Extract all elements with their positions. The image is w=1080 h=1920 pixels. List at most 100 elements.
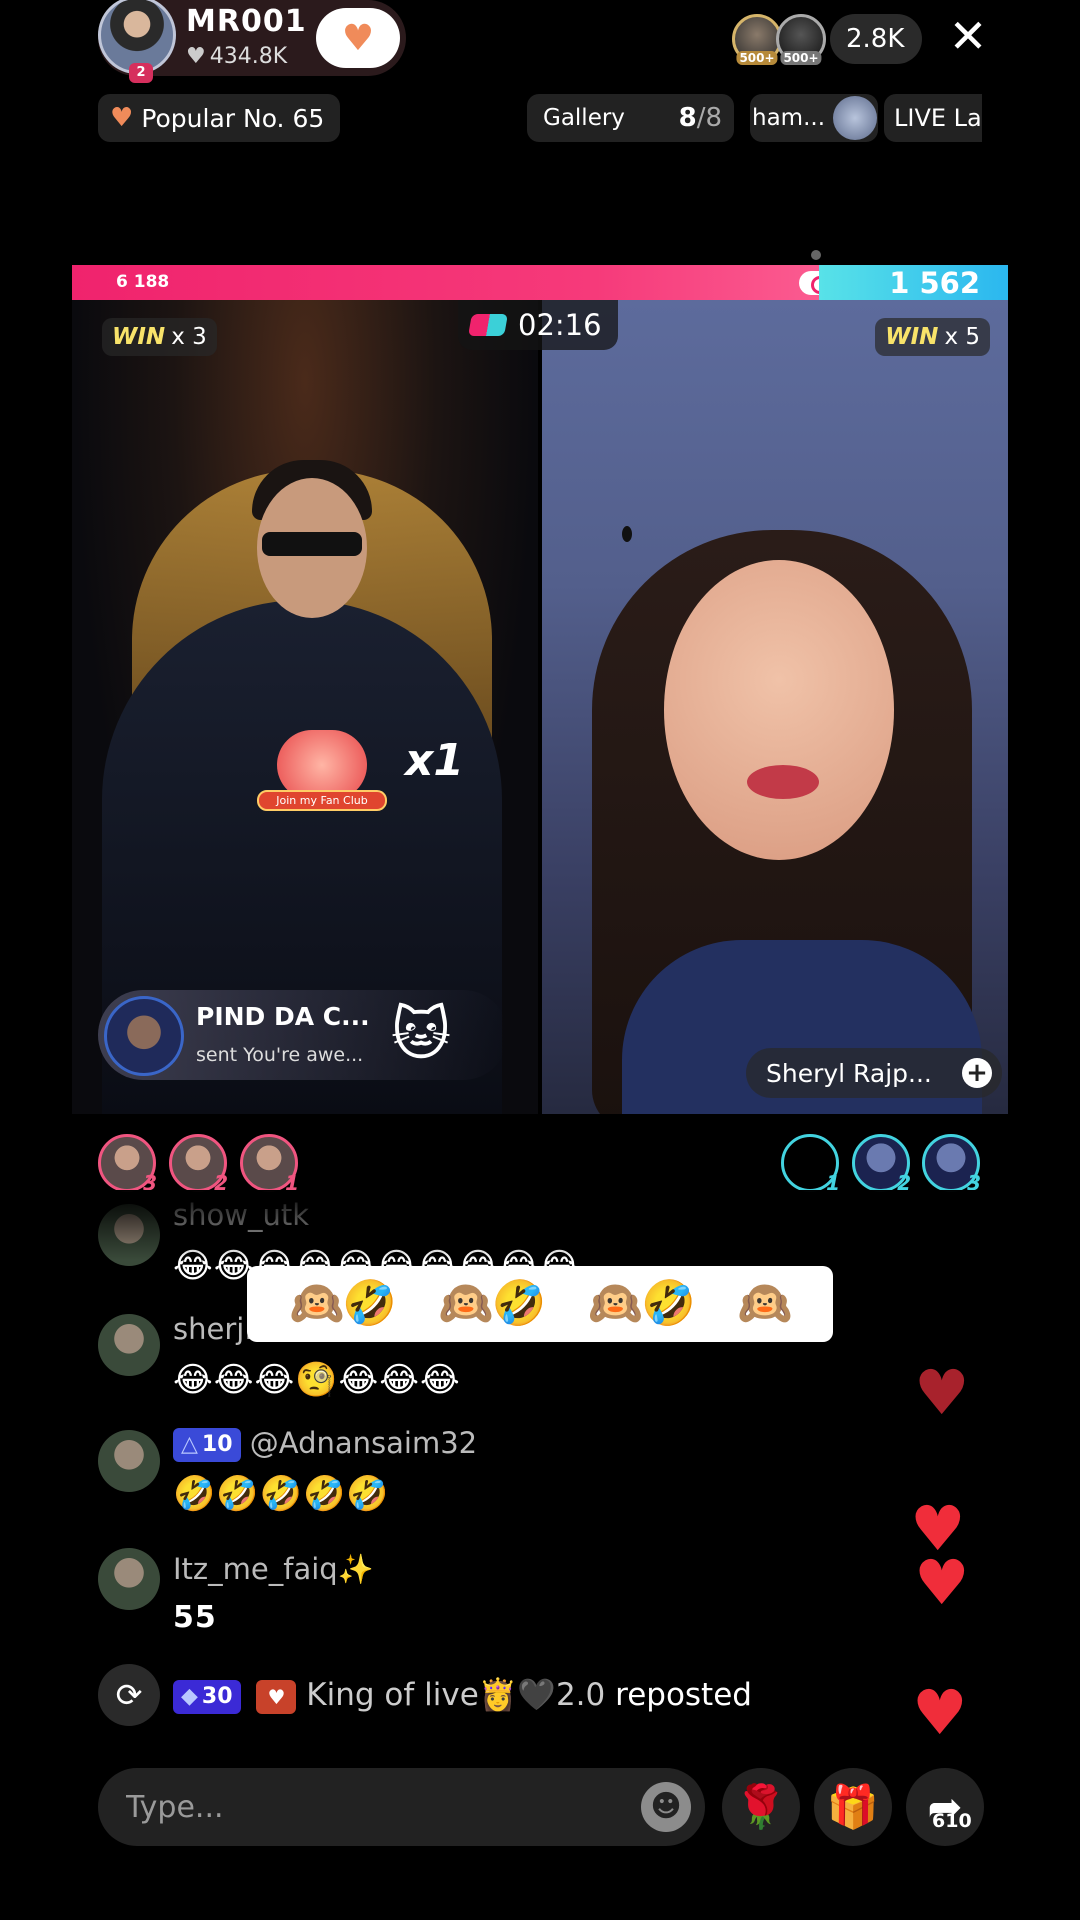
chat-message: 😂😂😂🧐😂😂😂 (173, 1360, 461, 1400)
floating-heart-icon: ♥ (912, 1676, 968, 1749)
viewer-count[interactable]: 2.8K (830, 14, 923, 64)
opponent-name: Sheryl Rajp... (766, 1058, 932, 1088)
right-win-streak: WIN x 5 (875, 318, 990, 356)
level-number: 10 (201, 1432, 233, 1457)
gift-multiplier: x1 (405, 735, 464, 786)
left-win-count: x 3 (171, 324, 207, 350)
right-supporter-avatar[interactable]: 2 (852, 1134, 911, 1195)
add-icon[interactable]: + (962, 1058, 992, 1088)
comment-input[interactable] (126, 1789, 606, 1825)
host-likes: ♥ 434.8K (186, 44, 287, 69)
share-count: 610 (932, 1810, 972, 1832)
fan-club-label: Join my Fan Club (257, 790, 387, 811)
heart-icon: ♥ (110, 103, 134, 133)
opponent-video-panel[interactable]: WIN x 5 (542, 300, 1008, 1114)
camera-dot (622, 526, 632, 542)
left-supporter-avatar[interactable]: 2 (169, 1134, 228, 1195)
host-sunglasses (262, 532, 362, 556)
right-score: 1 562 (889, 266, 980, 300)
gift-button[interactable]: 🎁 (814, 1768, 892, 1846)
host-avatar[interactable]: 2 (98, 0, 176, 83)
left-win-streak: WIN x 3 (102, 318, 217, 356)
share-button[interactable]: ➦ (906, 1768, 984, 1846)
follow-button[interactable]: ♥ 6 (316, 8, 400, 68)
floating-heart-icon: ♥ (914, 1546, 970, 1619)
gallery-label: Gallery (543, 105, 625, 131)
repost-action: reposted (615, 1677, 752, 1713)
viewer-badge: 500+ (780, 51, 822, 65)
viewer-badge: 500+ (736, 51, 778, 65)
gallery-tag[interactable]: Gallery 8/8 (527, 94, 734, 142)
popular-rank-tag[interactable]: ♥ Popular No. 65 (98, 94, 341, 142)
chat-avatar[interactable] (98, 1314, 160, 1376)
chat-username[interactable]: @Adnansaim32 (250, 1426, 477, 1460)
win-label: WIN (885, 324, 939, 350)
host-video-panel[interactable]: Join my Fan Club WIN x 3 PIND DA C... se… (72, 300, 538, 1114)
host-avatar-badge: 2 (129, 63, 153, 83)
chat-message: 55 (173, 1600, 217, 1635)
follow-badge: 6 (370, 44, 381, 61)
fan-badge-icon: ♥ (256, 1679, 297, 1714)
emoji-icon[interactable]: ☻ (641, 1782, 691, 1832)
viewer-cluster[interactable]: 500+ 500+ 2.8K (732, 14, 923, 65)
right-supporter-avatar[interactable]: 1 (781, 1134, 840, 1195)
battle-icon (468, 314, 508, 336)
rose-icon: 🌹 (734, 1782, 788, 1831)
level-badge: ◆ 30 (173, 1679, 241, 1714)
right-supporter-avatar[interactable]: 3 (922, 1134, 981, 1195)
score-left-segment: 6 188 (72, 265, 845, 300)
cat-gift-icon: 🐱 (390, 1000, 452, 1068)
win-label: WIN (112, 324, 166, 350)
opponent-lips (747, 765, 819, 799)
rose-gift-button[interactable]: 🌹 (722, 1768, 800, 1846)
score-indicator-dot (811, 250, 821, 260)
repost-line: ◆ 30 ♥ King of live👸🖤2.0 reposted (173, 1676, 752, 1714)
chat-avatar[interactable] (98, 1548, 160, 1610)
gift-notification[interactable]: PIND DA C... sent You're awe... 🐱 (98, 990, 508, 1080)
battle-score-bar: 6 188 1 562 (72, 265, 1008, 300)
right-win-count: x 5 (944, 324, 980, 350)
close-icon[interactable]: ✕ (944, 12, 992, 60)
gift-sender-name: PIND DA C... (196, 1002, 370, 1031)
chat-fade (0, 1190, 1080, 1260)
left-supporter-avatar[interactable]: 1 (240, 1134, 299, 1195)
opponent-face (664, 560, 894, 860)
host-likes-count: 434.8K (209, 44, 288, 69)
chat-user-line: △ 10 @Adnansaim32 (173, 1426, 477, 1462)
gallery-total: /8 (696, 103, 722, 133)
popular-rank-label: Popular No. 65 (141, 103, 325, 133)
host-profile-pill[interactable]: 2 MR001 ♥ 434.8K ♥ 6 (98, 0, 406, 83)
live-tag[interactable]: LIVE La (884, 94, 982, 142)
top-viewer-avatar[interactable]: 500+ (776, 14, 826, 65)
heart-icon: ♥ (186, 44, 206, 69)
chat-username[interactable]: Itz_me_faiq✨ (173, 1552, 374, 1587)
level-badge: △ 10 (173, 1428, 241, 1462)
level-icon: △ (181, 1432, 198, 1457)
repost-icon: ⟳ (98, 1664, 160, 1726)
comment-box[interactable]: ☻ (98, 1768, 705, 1846)
left-supporter-avatar[interactable]: 3 (98, 1134, 157, 1195)
level-number: 30 (201, 1683, 233, 1709)
chat-avatar[interactable] (98, 1430, 160, 1492)
opponent-name-pill[interactable]: Sheryl Rajp... + (746, 1048, 1002, 1098)
timer-text: 02:16 (518, 308, 602, 342)
top-viewer-avatar[interactable]: 500+ (732, 14, 782, 65)
fan-club-badge[interactable]: Join my Fan Club (257, 730, 387, 820)
gift-icon: 🎁 (826, 1782, 880, 1831)
diamond-icon: ◆ (181, 1683, 198, 1709)
host-name: MR001 (186, 4, 307, 39)
emoji-popup: 🙉🤣😁🙉🤣😁🙉🤣😁🙉 (247, 1266, 833, 1342)
ham-label: ham... (752, 105, 826, 131)
score-right-segment: 1 562 (819, 265, 1008, 300)
battle-timer: 02:16 (458, 300, 618, 350)
floating-heart-icon: ♥ (914, 1356, 970, 1429)
repost-username[interactable]: King of live👸🖤2.0 (306, 1677, 605, 1713)
gallery-current: 8 (678, 103, 697, 133)
fan-heart-icon: ♥ 6 (341, 17, 381, 61)
gift-message: sent You're awe... (196, 1044, 364, 1066)
left-score: 6 188 (116, 272, 170, 292)
chat-message: 🤣🤣🤣🤣🤣 (173, 1474, 390, 1514)
ham-thumbnail (833, 96, 878, 140)
gift-sender-avatar (104, 996, 184, 1076)
ham-tag[interactable]: ham... (750, 94, 878, 142)
